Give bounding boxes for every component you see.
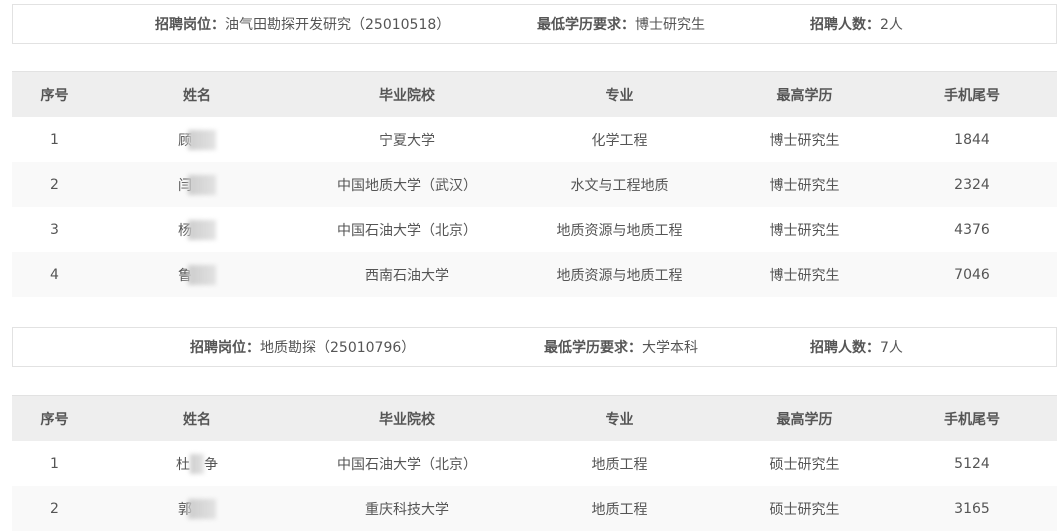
cell-school: 宁夏大学 [297,117,517,162]
cell-major: 地质资源与地质工程 [517,207,722,252]
table-row: 1 顾 宁夏大学 化学工程 博士研究生 1844 [12,117,1057,162]
position-info: 招聘岗位：地质勘探（25010796） [190,328,415,368]
candidates-table-1: 序号 姓名 毕业院校 专业 最高学历 手机尾号 1 顾 宁夏大学 化学工程 博士… [12,71,1057,297]
table-row: 3 杨 中国石油大学（北京） 地质资源与地质工程 博士研究生 4376 [12,207,1057,252]
header-phone-suffix: 手机尾号 [887,395,1057,441]
cell-degree: 博士研究生 [722,162,887,207]
position-info: 招聘岗位：油气田勘探开发研究（25010518） [155,5,450,45]
header-phone-suffix: 手机尾号 [887,71,1057,117]
header-school: 毕业院校 [297,395,517,441]
education-requirement: 最低学历要求：博士研究生 [537,5,705,45]
cell-phone-suffix: 3165 [887,486,1057,531]
education-label: 最低学历要求： [537,17,635,33]
table-row: 4 鲁 西南石油大学 地质资源与地质工程 博士研究生 7046 [12,252,1057,297]
redaction-blur [188,174,216,195]
cell-major: 地质资源与地质工程 [517,252,722,297]
redaction-blur [188,498,216,519]
name-text-tail: 争 [204,456,218,473]
table-row: 2 闫 中国地质大学（武汉） 水文与工程地质 博士研究生 2324 [12,162,1057,207]
cell-school: 中国石油大学（北京） [297,207,517,252]
education-value: 博士研究生 [635,17,705,33]
position-label: 招聘岗位： [155,17,225,33]
cell-name: 顾 [97,117,297,162]
cell-number: 1 [12,117,97,162]
cell-school: 中国地质大学（武汉） [297,162,517,207]
cell-number: 2 [12,486,97,531]
cell-name: 鲁 [97,252,297,297]
cell-phone-suffix: 7046 [887,252,1057,297]
cell-degree: 硕士研究生 [722,486,887,531]
position-info-box-2: 招聘岗位：地质勘探（25010796） 最低学历要求：大学本科 招聘人数：7人 [12,327,1057,367]
cell-major: 地质工程 [517,486,722,531]
cell-number: 3 [12,207,97,252]
cell-name: 闫 [97,162,297,207]
hire-count-value: 7人 [880,340,903,356]
candidates-table-2: 序号 姓名 毕业院校 专业 最高学历 手机尾号 1 杜争 中国石油大学（北京） … [12,395,1057,531]
header-name: 姓名 [97,71,297,117]
table-row: 1 杜争 中国石油大学（北京） 地质工程 硕士研究生 5124 [12,441,1057,486]
header-degree: 最高学历 [722,395,887,441]
hire-count-value: 2人 [880,17,903,33]
hire-count: 招聘人数：7人 [810,328,903,368]
education-requirement: 最低学历要求：大学本科 [544,328,698,368]
cell-degree: 博士研究生 [722,117,887,162]
header-major: 专业 [517,71,722,117]
cell-name: 杨 [97,207,297,252]
education-value: 大学本科 [642,340,698,356]
cell-phone-suffix: 5124 [887,441,1057,486]
cell-degree: 硕士研究生 [722,441,887,486]
redaction-blur [188,219,216,240]
cell-school: 重庆科技大学 [297,486,517,531]
education-label: 最低学历要求： [544,340,642,356]
header-school: 毕业院校 [297,71,517,117]
table-header-row: 序号 姓名 毕业院校 专业 最高学历 手机尾号 [12,71,1057,117]
hire-count-label: 招聘人数： [810,340,880,356]
cell-school: 中国石油大学（北京） [297,441,517,486]
cell-phone-suffix: 1844 [887,117,1057,162]
header-degree: 最高学历 [722,71,887,117]
redaction-blur [188,264,216,285]
cell-name: 杜争 [97,441,297,486]
position-label: 招聘岗位： [190,340,260,356]
cell-major: 地质工程 [517,441,722,486]
header-name: 姓名 [97,395,297,441]
cell-phone-suffix: 4376 [887,207,1057,252]
position-info-box-1: 招聘岗位：油气田勘探开发研究（25010518） 最低学历要求：博士研究生 招聘… [12,4,1057,44]
cell-major: 水文与工程地质 [517,162,722,207]
cell-name: 郭 [97,486,297,531]
table-header-row: 序号 姓名 毕业院校 专业 最高学历 手机尾号 [12,395,1057,441]
redaction-blur [190,453,204,474]
hire-count-label: 招聘人数： [810,17,880,33]
header-major: 专业 [517,395,722,441]
header-number: 序号 [12,71,97,117]
hire-count: 招聘人数：2人 [810,5,903,45]
header-number: 序号 [12,395,97,441]
cell-school: 西南石油大学 [297,252,517,297]
position-value: 地质勘探（25010796） [260,340,416,356]
name-text: 杜 [176,456,190,473]
cell-degree: 博士研究生 [722,207,887,252]
table-row: 2 郭 重庆科技大学 地质工程 硕士研究生 3165 [12,486,1057,531]
cell-phone-suffix: 2324 [887,162,1057,207]
position-value: 油气田勘探开发研究（25010518） [225,17,451,33]
cell-major: 化学工程 [517,117,722,162]
cell-number: 4 [12,252,97,297]
cell-number: 2 [12,162,97,207]
cell-degree: 博士研究生 [722,252,887,297]
cell-number: 1 [12,441,97,486]
redaction-blur [188,129,216,150]
